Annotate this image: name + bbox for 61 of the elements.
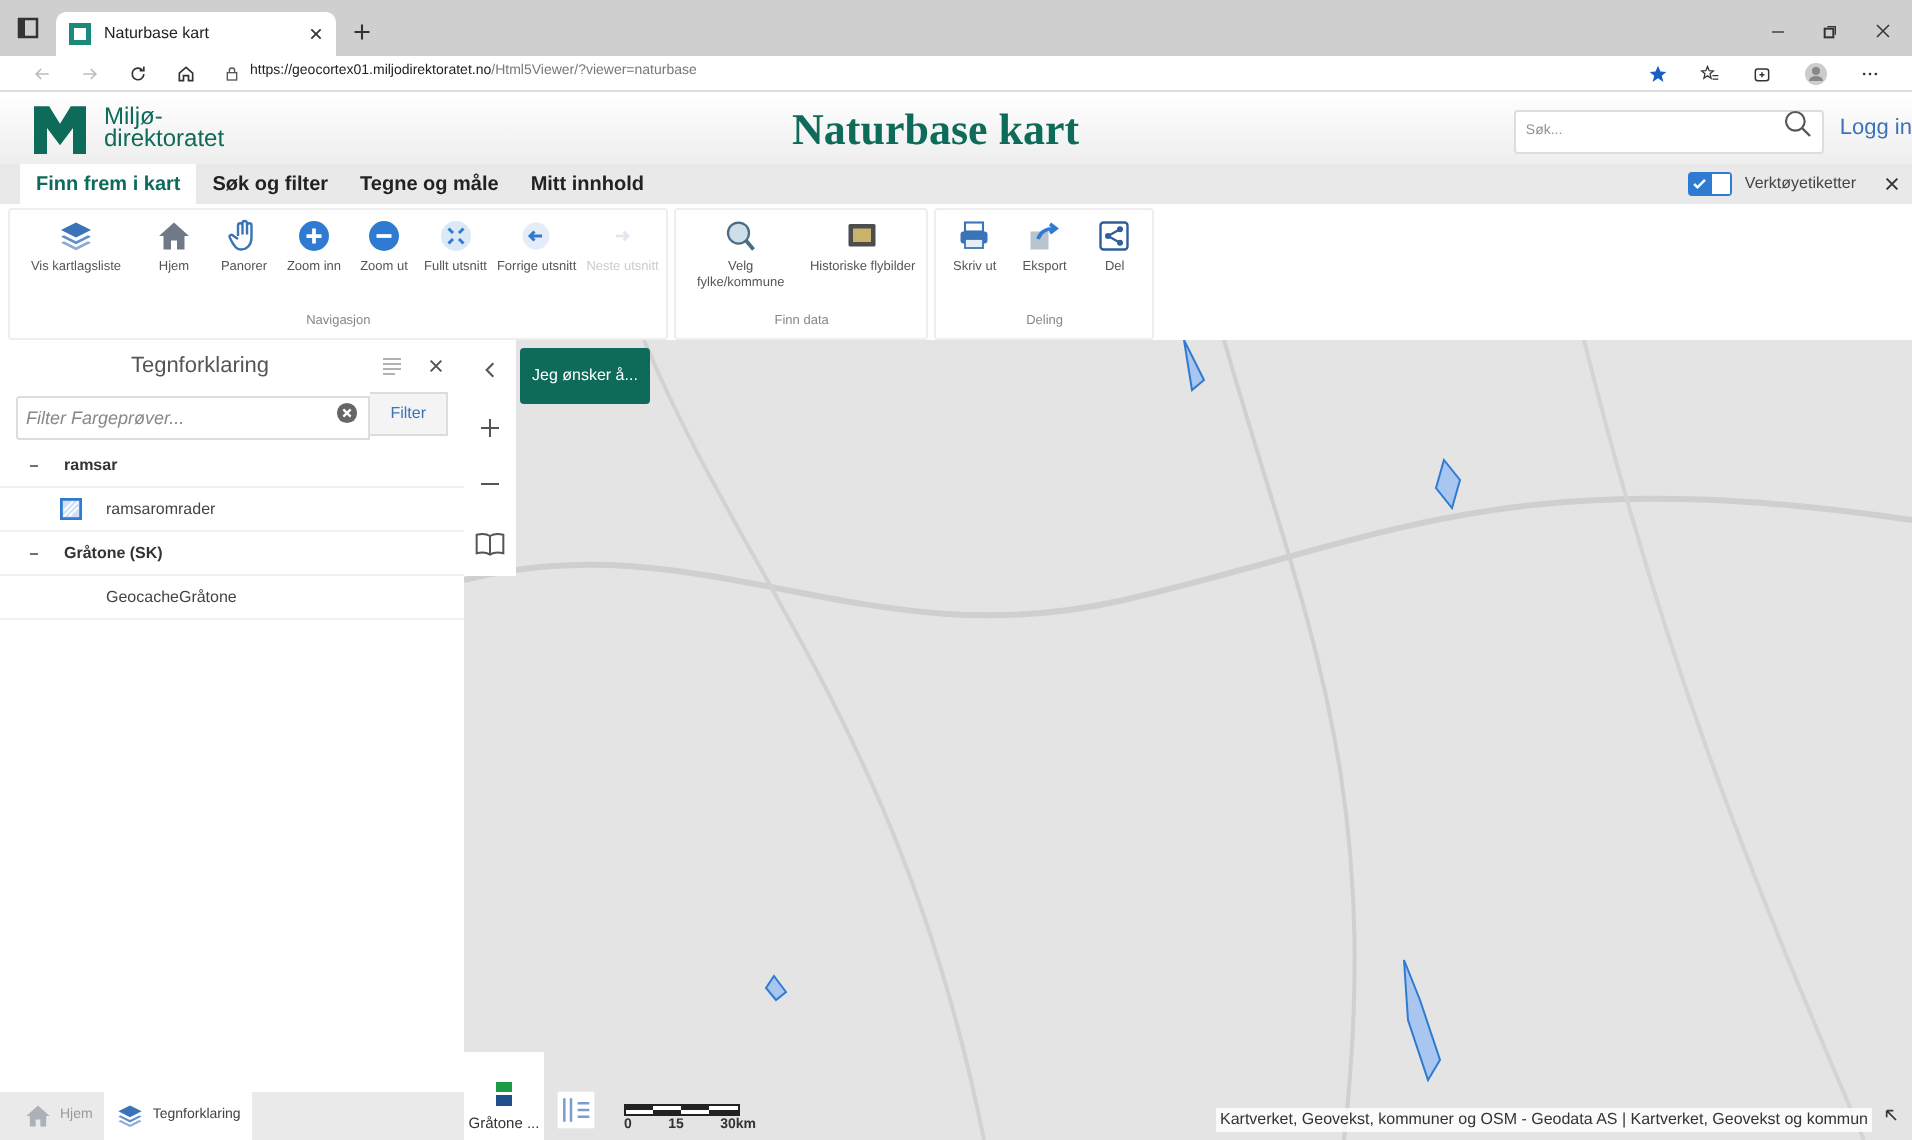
layer-group-name[interactable]: ramsar bbox=[64, 453, 118, 477]
export-icon bbox=[1026, 218, 1063, 254]
star-icon[interactable] bbox=[1648, 63, 1668, 83]
layer-group-name[interactable]: Gråtone (SK) bbox=[64, 541, 163, 565]
lake-shape bbox=[1183, 340, 1206, 392]
collections-icon[interactable] bbox=[1752, 63, 1772, 83]
site-favicon bbox=[68, 22, 92, 46]
profile-icon[interactable] bbox=[1804, 61, 1828, 85]
layers-icon bbox=[116, 1102, 145, 1130]
lake-shape bbox=[764, 974, 788, 1002]
collapse-icon[interactable] bbox=[24, 461, 44, 469]
favorites-icon[interactable] bbox=[1700, 63, 1720, 83]
collapse-panel-icon[interactable] bbox=[480, 360, 500, 380]
ribbon-tab[interactable]: Søk og filter bbox=[196, 164, 345, 204]
full-extent-icon bbox=[437, 218, 474, 254]
login-link[interactable]: Logg in bbox=[1839, 111, 1912, 145]
close-icon[interactable] bbox=[1884, 176, 1900, 192]
panel-title: Tegnforklaring bbox=[128, 351, 272, 382]
app-title: Naturbase kart bbox=[792, 101, 1082, 157]
action-button[interactable]: Jeg ønsker å... bbox=[520, 348, 650, 404]
clear-icon[interactable] bbox=[336, 402, 359, 424]
logo-text: Miljø- direktoratet bbox=[104, 106, 225, 150]
home-icon bbox=[156, 218, 192, 254]
layers-icon bbox=[58, 218, 94, 254]
restore-icon[interactable] bbox=[1822, 23, 1838, 39]
home-icon bbox=[24, 1102, 52, 1130]
map-attribution: Kartverket, Geovekst, kommuner og OSM - Geodata AS | Kartverket, Geovekst og kommun bbox=[1216, 1108, 1872, 1132]
agency-logo bbox=[32, 102, 88, 154]
home-icon[interactable] bbox=[176, 63, 196, 83]
toggle-label: Verktøyetiketter bbox=[1744, 172, 1856, 196]
share-icon bbox=[1096, 218, 1133, 254]
expand-corner-icon[interactable] bbox=[1884, 1108, 1900, 1124]
ribbon-tab[interactable]: Mitt innhold bbox=[514, 164, 660, 204]
ribbon-tab[interactable]: Tegne og måle bbox=[344, 164, 515, 204]
lake-shape bbox=[1403, 959, 1442, 1083]
reload-icon[interactable] bbox=[128, 63, 148, 83]
scale-bar-icon bbox=[624, 1103, 740, 1115]
ribbon-tab[interactable]: Finn frem i kart bbox=[20, 164, 197, 204]
legend-item: ramsaromrader bbox=[106, 497, 216, 521]
zoom-out-icon bbox=[366, 218, 402, 254]
search-icon[interactable] bbox=[1781, 108, 1814, 141]
tab-title: Naturbase kart bbox=[104, 22, 211, 46]
legend-item: GeocacheGråtone bbox=[106, 585, 237, 609]
lock-icon bbox=[224, 65, 240, 81]
toggle-switch[interactable] bbox=[1688, 172, 1733, 196]
zoom-in-icon[interactable] bbox=[478, 416, 502, 440]
tab-actions-icon[interactable] bbox=[16, 16, 40, 40]
close-icon[interactable] bbox=[308, 26, 324, 42]
book-icon[interactable] bbox=[474, 528, 506, 560]
check-icon bbox=[1690, 174, 1711, 194]
lake-shape bbox=[1434, 457, 1462, 511]
filter-field[interactable]: Filter Fargeprøver... bbox=[16, 396, 371, 440]
new-tab-icon[interactable] bbox=[352, 22, 372, 42]
globe-magnifier-icon bbox=[722, 218, 759, 254]
printer-icon bbox=[956, 218, 993, 254]
close-icon[interactable] bbox=[428, 358, 444, 374]
close-icon[interactable] bbox=[1874, 22, 1892, 40]
zoom-in-icon bbox=[296, 218, 332, 254]
collapse-icon[interactable] bbox=[24, 549, 44, 557]
filter-button[interactable]: Filter bbox=[370, 392, 448, 436]
browser-tab[interactable]: Naturbase kart bbox=[56, 12, 336, 56]
